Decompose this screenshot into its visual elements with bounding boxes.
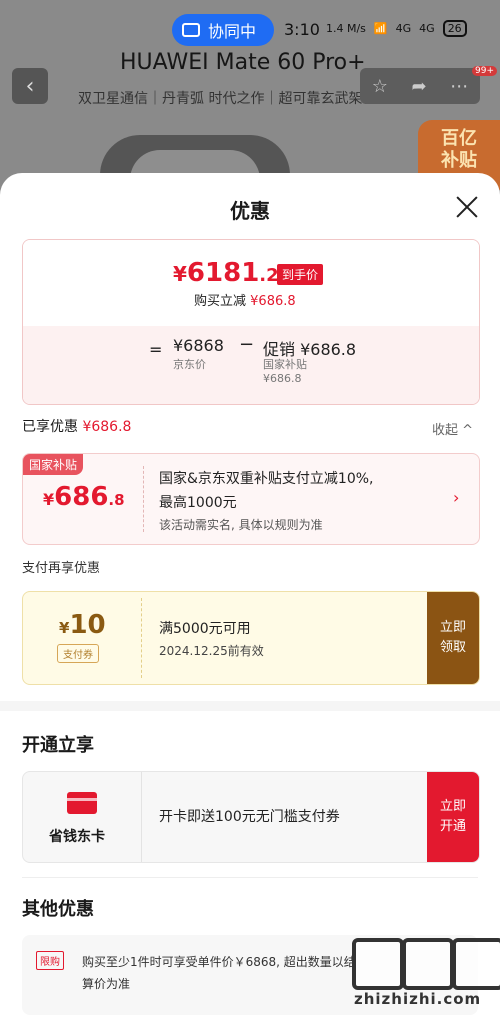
top-actions: ☆ ➦ ⋯	[360, 68, 480, 104]
enjoyed-discount: 已享优惠 ¥686.8	[22, 419, 132, 435]
star-icon[interactable]: ☆	[372, 76, 388, 97]
subsidy-desc-line2: 最高1000元	[159, 495, 237, 511]
equals-sign: =	[149, 340, 163, 359]
subsidy-desc-line1: 国家&京东双重补贴支付立减10%,	[159, 471, 374, 487]
open-section-title: 开通立享	[22, 735, 94, 756]
signal-4g-1: 4G	[395, 22, 412, 35]
other-offer-line2: 算价为准	[82, 977, 131, 991]
divider	[141, 598, 142, 678]
signal-4g-2: 4G	[419, 22, 435, 35]
open-card-button[interactable]: 立即 开通	[427, 772, 479, 862]
wifi-icon: 📶	[373, 22, 388, 35]
limit-tag: 限购	[36, 951, 64, 970]
subsidy-tag: 国家补贴	[23, 454, 84, 475]
share-icon[interactable]: ➦	[412, 76, 427, 97]
final-price-tag: 到手价	[277, 264, 324, 285]
battery-icon: 26	[442, 20, 467, 37]
product-subtitle: 双卫星通信｜丹青弧 时代之作｜超可靠玄武架构	[78, 91, 377, 107]
final-price: ¥6181.2	[173, 258, 279, 288]
original-price-label: 京东价	[173, 358, 206, 371]
divider	[22, 877, 478, 878]
other-section-title: 其他优惠	[22, 899, 94, 920]
coupon-tag: 支付券	[57, 644, 99, 663]
close-icon[interactable]	[455, 195, 479, 219]
minus-sign: −	[239, 334, 255, 355]
promo-subsidy-value: ¥686.8	[263, 372, 302, 385]
savings-card-desc: 开卡即送100元无门槛支付券	[159, 809, 340, 825]
divider	[141, 772, 142, 862]
payment-coupon-card: ¥10 支付券 满5000元可用 2024.12.25前有效 立即 领取	[22, 591, 480, 685]
chevron-left-icon: ‹	[25, 73, 35, 99]
promo-subsidy-label: 国家补贴	[263, 358, 307, 371]
collapse-button[interactable]: 收起 ^	[432, 419, 473, 438]
chevron-right-icon: ›	[453, 488, 460, 507]
collab-status-pill[interactable]: 协同中	[172, 14, 274, 46]
sheet-title: 优惠	[230, 199, 270, 223]
collab-icon	[182, 23, 200, 37]
promo-badge-line1: 百亿	[441, 128, 477, 149]
watermark-logo	[330, 928, 500, 1029]
subsidy-note: 该活动需实名, 具体以规则为准	[159, 518, 323, 532]
status-time: 3:10	[284, 20, 320, 39]
collab-label: 协同中	[208, 22, 257, 41]
back-button[interactable]: ‹	[12, 68, 48, 104]
watermark-text: zhizhizhi.com	[354, 990, 482, 1008]
savings-card-offer: 省钱东卡 开卡即送100元无门槛支付券 立即 开通	[22, 771, 480, 863]
other-offer-line1: 购买至少1件时可享受单件价￥6868, 超出数量以结	[82, 955, 356, 969]
section-separator	[0, 701, 500, 711]
subsidy-amount: ¥686.8	[43, 482, 125, 512]
product-title: HUAWEI Mate 60 Pro+	[120, 50, 366, 75]
promo-badge-line2: 补贴	[441, 150, 477, 171]
coupon-expiry: 2024.12.25前有效	[159, 644, 264, 658]
pay-more-label: 支付再享优惠	[22, 561, 101, 576]
coupon-condition: 满5000元可用	[159, 621, 251, 637]
claim-coupon-button[interactable]: 立即 领取	[427, 592, 479, 684]
national-subsidy-card[interactable]: 国家补贴 ¥686.8 国家&京东双重补贴支付立减10%, 最高1000元 该活…	[22, 453, 480, 545]
more-icon[interactable]: ⋯	[450, 76, 468, 97]
message-badge: 99+	[472, 66, 497, 76]
original-price: ¥6868	[173, 336, 224, 355]
status-icons: 1.4 M/s 📶 4G 4G 26	[326, 20, 467, 37]
savings-card-name: 省钱东卡	[49, 829, 105, 845]
discount-sheet: 优惠 ¥6181.2 到手价 购买立减 ¥686.8 = ¥6868 京东价 −…	[0, 173, 500, 1029]
net-speed: 1.4 M/s	[326, 22, 366, 35]
divider	[143, 466, 144, 532]
price-summary-card: ¥6181.2 到手价 购买立减 ¥686.8 = ¥6868 京东价 − 促销…	[22, 239, 480, 405]
coupon-amount: ¥10	[59, 610, 106, 640]
instant-discount: 购买立减 ¥686.8	[194, 294, 296, 309]
credit-card-icon	[67, 792, 97, 814]
